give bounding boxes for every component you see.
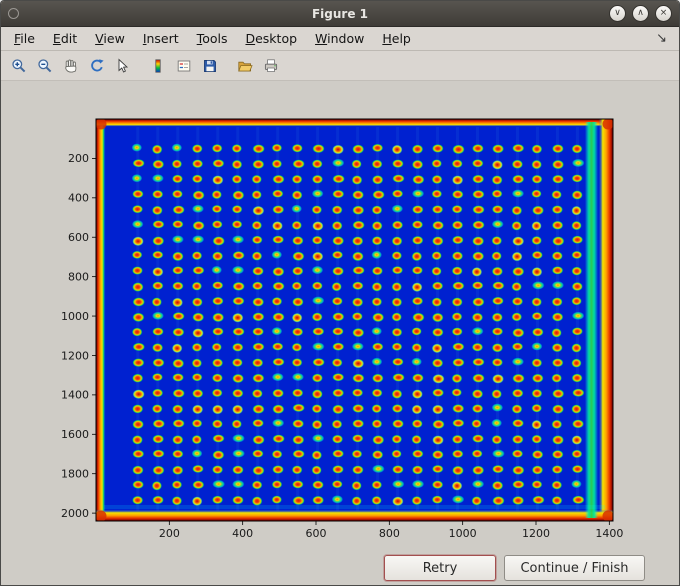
zoom-out-icon [38, 58, 52, 72]
x-tick-label: 1400 [595, 527, 623, 540]
toolbar-spacer [136, 65, 145, 66]
data-cursor-icon [118, 57, 129, 73]
menu-item-window[interactable]: Window [306, 28, 373, 49]
dock-figure-icon[interactable]: ↘ [656, 31, 667, 46]
x-tick-label: 600 [306, 527, 327, 540]
figure-window: Figure 1 ∨ ∧ × File Edit View Insert Tools De… [0, 0, 680, 586]
y-tick-label: 400 [68, 192, 89, 205]
close-button[interactable]: × [655, 5, 672, 22]
pan-hand-icon [65, 59, 77, 73]
legend-icon [177, 60, 191, 71]
figure-content: 200 400 600 800 1000 1200 1400 200 400 600 800 1000… [1, 81, 680, 586]
y-tick-label: 1800 [61, 468, 89, 481]
colorbar-button[interactable] [146, 54, 170, 78]
window-icon[interactable] [8, 8, 19, 19]
y-tick-label: 200 [68, 152, 89, 165]
x-tick-label: 1000 [449, 527, 477, 540]
maximize-button[interactable]: ∧ [632, 5, 649, 22]
minimize-button[interactable]: ∨ [609, 5, 626, 22]
x-tick-label: 800 [379, 527, 400, 540]
y-tick-label: 600 [68, 231, 89, 244]
print-button[interactable] [259, 54, 283, 78]
save-icon [204, 59, 216, 72]
menu-bar: File Edit View Insert Tools Desktop Window Help… [1, 27, 679, 51]
menu-item-tools[interactable]: Tools [188, 28, 237, 49]
legend-button[interactable] [172, 54, 196, 78]
toolbar [1, 51, 679, 81]
open-folder-icon [238, 61, 253, 71]
menu-item-edit[interactable]: Edit [44, 28, 86, 49]
pan-button[interactable] [59, 54, 83, 78]
zoom-out-button[interactable] [33, 54, 57, 78]
y-tick-label: 800 [68, 270, 89, 283]
x-tick-label: 200 [159, 527, 180, 540]
menu-item-insert[interactable]: Insert [134, 28, 188, 49]
data-cursor-button[interactable] [111, 54, 135, 78]
x-tick-label: 1200 [522, 527, 550, 540]
continue-finish-button[interactable]: Continue / Finish [504, 555, 645, 581]
open-button[interactable] [233, 54, 257, 78]
zoom-in-icon [12, 58, 26, 72]
y-tick-label: 1600 [61, 428, 89, 441]
save-button[interactable] [198, 54, 222, 78]
y-tick-label: 1000 [61, 310, 89, 323]
menu-item-view[interactable]: View [86, 28, 134, 49]
rotate-3d-button[interactable] [85, 54, 109, 78]
x-tick-label: 400 [232, 527, 253, 540]
plot-image: 200 400 600 800 1000 1200 1400 200 400 600 800 1000… [61, 118, 623, 540]
print-icon [264, 58, 278, 72]
menu-item-desktop[interactable]: Desktop [236, 28, 306, 49]
y-tick-label: 1400 [61, 389, 89, 402]
menu-item-file[interactable]: File [5, 28, 44, 49]
title-bar[interactable]: Figure 1 ∨ ∧ × [1, 1, 679, 27]
plot-canvas[interactable]: 200 400 600 800 1000 1200 1400 200 400 600 800 1000… [1, 81, 680, 586]
zoom-in-button[interactable] [7, 54, 31, 78]
retry-button[interactable]: Retry [384, 555, 496, 581]
rotate-3d-icon [91, 58, 104, 71]
window-title: Figure 1 [311, 6, 369, 21]
y-tick-label: 2000 [61, 507, 89, 520]
window-controls: ∨ ∧ × [603, 5, 672, 22]
colorbar-icon [155, 58, 161, 73]
toolbar-spacer [223, 65, 232, 66]
menu-item-help[interactable]: Help [373, 28, 420, 49]
y-tick-label: 1200 [61, 349, 89, 362]
